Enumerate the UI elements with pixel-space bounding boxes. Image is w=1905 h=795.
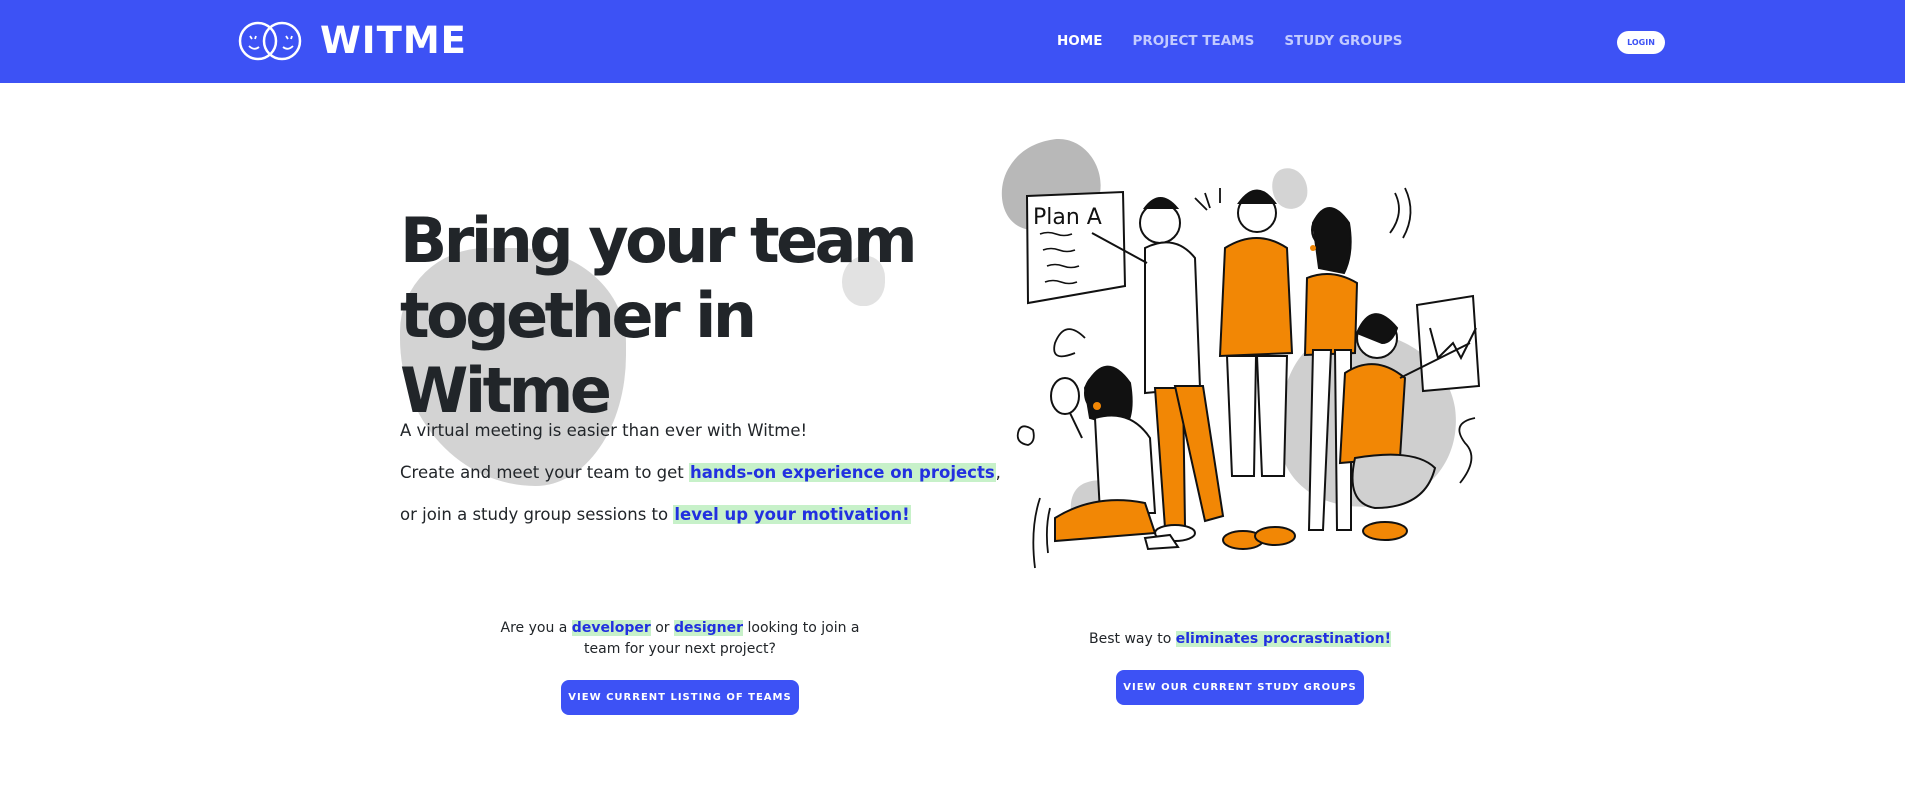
nav-link-study-groups[interactable]: STUDY GROUPS <box>1284 33 1402 49</box>
view-study-groups-button[interactable]: VIEW OUR CURRENT STUDY GROUPS <box>1116 670 1364 705</box>
hero-text-study-prefix: or join a study group sessions to <box>400 505 674 524</box>
highlight-designer: designer <box>674 620 744 636</box>
top-navbar: WITME HOME PROJECT TEAMS STUDY GROUPS LO… <box>0 0 1905 83</box>
nav-link-home[interactable]: HOME <box>1057 33 1102 49</box>
illustration-board-text: Plan A <box>1033 205 1102 230</box>
hero-text-study: or join a study group sessions to level … <box>400 505 911 524</box>
view-teams-button[interactable]: VIEW CURRENT LISTING OF TEAMS <box>561 680 799 715</box>
hero-text-projects: Create and meet your team to get hands-o… <box>400 463 1001 482</box>
login-button[interactable]: LOGIN <box>1617 31 1665 54</box>
brand-name: WITME <box>320 19 467 62</box>
cta-groups-text: Best way to eliminates procrastination! <box>1060 629 1420 650</box>
nav-link-project-teams[interactable]: PROJECT TEAMS <box>1132 33 1254 49</box>
hero-title-line-1: Bring your team <box>400 204 918 277</box>
brand[interactable]: WITME <box>238 20 467 62</box>
team-collaboration-illustration: Plan A <box>1001 138 1481 569</box>
hero-title-line-2: together in Witme <box>400 279 757 427</box>
hero-tagline: A virtual meeting is easier than ever wi… <box>400 421 808 440</box>
highlight-projects: hands-on experience on projects <box>689 463 996 482</box>
hero-text-projects-prefix: Create and meet your team to get <box>400 463 689 482</box>
cta-teams-prefix: Are you a <box>500 620 572 636</box>
highlight-motivation: level up your motivation! <box>673 505 911 524</box>
highlight-procrastination: eliminates procrastination! <box>1175 631 1391 647</box>
hero-title: Bring your team together in Witme <box>400 203 960 428</box>
highlight-developer: developer <box>571 620 651 636</box>
cta-teams-middle: or <box>650 620 675 636</box>
cta-teams-text: Are you a developer or designer looking … <box>500 618 860 660</box>
cta-groups-prefix: Best way to <box>1089 631 1176 647</box>
main-nav: HOME PROJECT TEAMS STUDY GROUPS <box>1057 33 1432 49</box>
two-overlapping-smiley-circles-icon <box>238 21 302 61</box>
